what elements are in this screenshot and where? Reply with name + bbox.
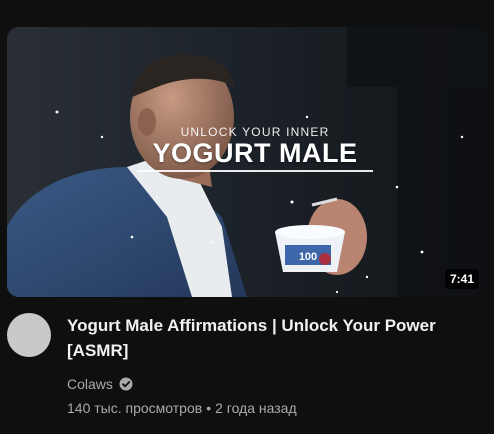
cup-label: 100: [299, 251, 317, 263]
channel-name[interactable]: Colaws: [67, 376, 113, 392]
duration-badge: 7:41: [444, 269, 479, 289]
video-thumbnail[interactable]: 100 UNLOCK YOUR INNER YOGURT MALE 7:41: [7, 27, 487, 297]
video-metadata: 140 тыс. просмотров • 2 года назад: [67, 400, 297, 416]
video-card: 100 UNLOCK YOUR INNER YOGURT MALE 7:41 Y…: [0, 0, 494, 434]
meta-separator: •: [206, 400, 212, 416]
verified-check-icon: [119, 377, 133, 391]
video-title[interactable]: Yogurt Male Affirmations | Unlock Your P…: [67, 313, 467, 363]
view-count: 140 тыс. просмотров: [67, 400, 203, 416]
thumbnail-image: 100: [7, 27, 487, 297]
publish-date: 2 года назад: [215, 400, 297, 416]
channel-avatar[interactable]: [7, 313, 51, 357]
thumbnail-overlay-underline: [137, 170, 373, 172]
channel-link[interactable]: Colaws: [67, 374, 133, 394]
